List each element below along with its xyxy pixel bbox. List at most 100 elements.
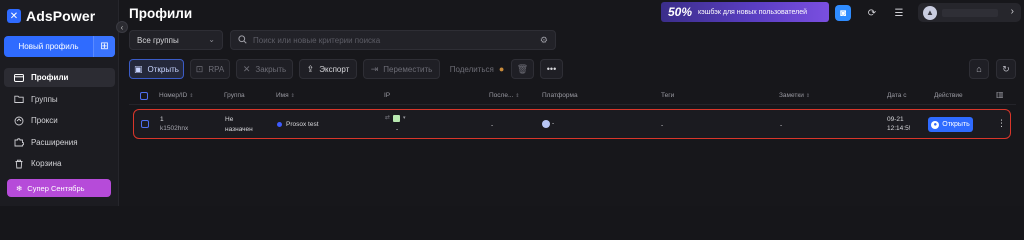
tag-icon: ⌂ xyxy=(976,64,982,74)
sidebar-item-label: Прокси xyxy=(31,116,58,125)
sidebar-item-proxy[interactable]: Прокси xyxy=(4,111,115,130)
platform-icon xyxy=(542,119,550,128)
delete-button[interactable]: 🗑 xyxy=(511,59,534,79)
row-checkbox[interactable] xyxy=(141,120,149,128)
open-button[interactable]: ▣ Открыть xyxy=(129,59,184,79)
row-open-button[interactable]: ● Открыть xyxy=(928,117,973,132)
column-group[interactable]: Группа xyxy=(224,92,245,99)
column-settings-icon[interactable]: ▥ xyxy=(996,90,1004,99)
export-label: Экспорт xyxy=(319,64,350,74)
close-button[interactable]: ✕ Закрыть xyxy=(236,59,293,79)
profiles-table: Номер/ID ⇕ Группа Имя ⇕ IP После... ⇕ Платф… xyxy=(129,88,1016,139)
close-icon: ✕ xyxy=(242,63,251,74)
column-date[interactable]: Дата с xyxy=(887,92,906,99)
account-menu[interactable]: ▲ › xyxy=(918,3,1021,22)
column-tags[interactable]: Теги xyxy=(661,92,674,99)
row-more-icon[interactable]: ⋮ xyxy=(997,118,1006,129)
page-title: Профили xyxy=(129,6,193,21)
column-notes[interactable]: Заметки ⇕ xyxy=(779,92,810,99)
tag-button[interactable]: ⌂ xyxy=(969,59,989,79)
row-group-line2: назначен xyxy=(225,126,253,133)
support-button[interactable]: ◙ xyxy=(835,5,851,21)
filter-settings-icon[interactable]: ⚙ xyxy=(540,35,548,46)
search-box[interactable]: ⚙ xyxy=(230,30,556,50)
move-icon: ⇥ xyxy=(370,63,379,74)
row-name-text: Prosox test xyxy=(286,121,319,128)
promo-label: Супер Сентябрь xyxy=(27,183,85,193)
export-button[interactable]: ⇪ Экспорт xyxy=(299,59,357,79)
row-platform: - xyxy=(542,119,554,128)
column-last[interactable]: После... ⇕ xyxy=(489,92,520,99)
table-row[interactable]: 1 k1502hnx Не назначен Prosox test ⇄ ▾ -… xyxy=(133,109,1011,139)
profile-icon xyxy=(14,73,24,83)
sort-icon: ⇕ xyxy=(515,92,520,99)
chevron-down-icon: ▾ xyxy=(403,115,406,121)
chevron-down-icon: ⌄ xyxy=(208,35,215,44)
column-action: Действие xyxy=(934,92,963,99)
coin-icon: ● xyxy=(498,64,505,74)
sidebar-item-trash[interactable]: Корзина xyxy=(4,154,115,173)
move-label: Переместить xyxy=(383,64,433,74)
table-header: Номер/ID ⇕ Группа Имя ⇕ IP После... ⇕ Платф… xyxy=(129,88,1016,105)
move-button[interactable]: ⇥ Переместить xyxy=(363,59,440,79)
tasks-button[interactable]: ☰ xyxy=(891,5,907,21)
sidebar-item-profiles[interactable]: Профили xyxy=(4,68,115,87)
refresh-icon: ↻ xyxy=(1002,63,1010,74)
sidebar-item-extensions[interactable]: Расширения xyxy=(4,133,115,152)
folder-icon xyxy=(14,94,24,104)
browser-icon: ● xyxy=(931,120,940,129)
quick-create-icon[interactable]: ⊞ xyxy=(93,36,115,57)
column-platform[interactable]: Платформа xyxy=(542,92,578,99)
more-actions-button[interactable]: ••• xyxy=(540,59,563,79)
select-all-checkbox[interactable] xyxy=(140,92,148,100)
browser-icon: ▣ xyxy=(134,63,143,74)
sidebar-item-groups[interactable]: Группы xyxy=(4,90,115,109)
trash-icon xyxy=(14,159,24,169)
sidebar-item-label: Группы xyxy=(31,94,58,104)
main-panel: Профили 50% кэшбэк для новых пользовател… xyxy=(119,0,1024,206)
column-number-id[interactable]: Номер/ID ⇕ xyxy=(159,92,194,99)
search-input[interactable] xyxy=(253,35,523,45)
trash-icon: 🗑 xyxy=(516,63,529,74)
rpa-label: RPA xyxy=(208,64,225,74)
adspower-logo-icon: ✕ xyxy=(7,9,21,23)
share-label: Поделиться xyxy=(449,64,494,74)
promo-button[interactable]: ❄ Супер Сентябрь xyxy=(7,179,111,197)
account-name xyxy=(942,8,998,17)
row-name[interactable]: Prosox test xyxy=(277,120,319,129)
new-profile-button[interactable]: Новый профиль ⊞ xyxy=(4,36,115,57)
rpa-icon: ⊡ xyxy=(195,63,204,74)
column-name[interactable]: Имя ⇕ xyxy=(276,92,295,99)
country-flag-icon xyxy=(393,115,401,122)
new-profile-label[interactable]: Новый профиль xyxy=(4,36,93,57)
export-icon: ⇪ xyxy=(306,63,315,74)
column-ip[interactable]: IP xyxy=(384,92,390,99)
snowflake-icon: ❄ xyxy=(16,183,23,193)
sidebar-item-label: Корзина xyxy=(31,159,62,168)
chat-icon: ◙ xyxy=(839,7,847,19)
sidebar: ✕ AdsPower Новый профиль ⊞ Профили Групп… xyxy=(0,0,119,206)
collapse-sidebar-button[interactable]: ‹ xyxy=(116,21,128,33)
sort-icon: ⇕ xyxy=(805,92,811,99)
sort-icon: ⇕ xyxy=(189,92,194,99)
logo-text: AdsPower xyxy=(26,8,96,24)
group-select-value: Все группы xyxy=(137,35,179,45)
logo: ✕ AdsPower xyxy=(7,8,95,24)
chevron-right-icon: › xyxy=(1010,6,1014,17)
status-dot-icon xyxy=(277,122,282,127)
rpa-button[interactable]: ⊡ RPA xyxy=(190,59,230,79)
row-ip-icons: ⇄ ▾ xyxy=(385,114,406,123)
row-date-line2: 12:14:5! xyxy=(887,125,911,132)
puzzle-icon xyxy=(14,137,24,147)
refresh-button[interactable]: ↻ xyxy=(996,59,1016,79)
row-open-label: Открыть xyxy=(942,121,970,128)
refresh-icon: ⟳ xyxy=(867,7,877,19)
more-horizontal-icon: ••• xyxy=(546,64,557,74)
sort-icon: ⇕ xyxy=(290,92,295,99)
sidebar-item-label: Профили xyxy=(31,73,69,82)
share-button[interactable]: Поделиться ● xyxy=(441,59,513,79)
sync-button[interactable]: ⟳ xyxy=(864,5,880,21)
group-select[interactable]: Все группы ⌄ xyxy=(129,30,223,50)
cashback-banner[interactable]: 50% кэшбэк для новых пользователей xyxy=(661,2,829,22)
row-notes: - xyxy=(780,122,783,129)
